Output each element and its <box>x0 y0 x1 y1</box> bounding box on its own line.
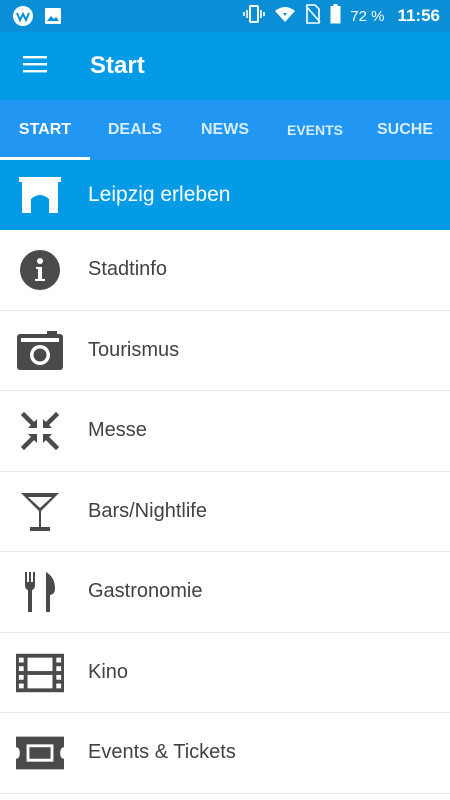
info-icon <box>16 249 64 291</box>
list-item-label: Bars/Nightlife <box>88 499 207 522</box>
battery-icon <box>330 3 341 29</box>
gate-icon <box>19 177 61 218</box>
hero-label: Leipzig erleben <box>88 183 231 206</box>
tab-start[interactable]: START <box>0 100 90 160</box>
list-item-tourismus[interactable]: Tourismus <box>0 310 450 391</box>
film-icon <box>16 652 64 694</box>
tab-suche[interactable]: SUCHE <box>360 100 450 160</box>
page-title: Start <box>90 52 145 79</box>
list-item-gastronomie[interactable]: Gastronomie <box>0 552 450 633</box>
cocktail-icon <box>16 491 64 533</box>
list-item-events-tickets[interactable]: Events & Tickets <box>0 713 450 794</box>
list-item-bars-nightlife[interactable]: Bars/Nightlife <box>0 471 450 552</box>
list-item-label: Events & Tickets <box>88 741 236 763</box>
hero-row[interactable]: Leipzig erleben <box>0 160 450 230</box>
list-item-kino[interactable]: Kino <box>0 632 450 713</box>
tab-events[interactable]: EVENTS <box>270 100 360 160</box>
clock: 11:56 <box>397 6 440 25</box>
wifi-icon <box>274 5 296 28</box>
list-item-label: Tourismus <box>88 338 180 361</box>
app-notification-icon <box>12 5 34 32</box>
list-item-label: Stadtinfo <box>88 258 167 280</box>
list-item-label: Messe <box>88 419 147 441</box>
tab-bar: START DEALS NEWS EVENTS SUCHE <box>0 100 450 160</box>
camera-icon <box>16 330 64 372</box>
hamburger-menu-button[interactable] <box>14 50 56 82</box>
list-item-label: Kino <box>88 660 129 683</box>
cutlery-icon <box>16 571 64 613</box>
app-bar: Start <box>0 32 450 100</box>
no-sim-icon <box>305 3 321 29</box>
list-item-messe[interactable]: Messe <box>0 391 450 472</box>
list-item-stadtinfo[interactable]: Stadtinfo <box>0 230 450 311</box>
battery-percent: 72 % <box>350 7 385 25</box>
image-icon <box>44 7 62 30</box>
list-item-label: Gastronomie <box>88 580 203 602</box>
hamburger-menu-icon <box>22 54 48 79</box>
status-bar: 72 % 11:56 <box>0 0 450 32</box>
category-list: Stadtinfo Tourismus Messe Bars/Nightlife… <box>0 230 450 794</box>
ticket-icon <box>16 732 64 774</box>
collapse-arrows-icon <box>16 410 64 452</box>
tab-news[interactable]: NEWS <box>180 100 270 160</box>
tab-deals[interactable]: DEALS <box>90 100 180 160</box>
vibrate-icon <box>243 4 266 29</box>
